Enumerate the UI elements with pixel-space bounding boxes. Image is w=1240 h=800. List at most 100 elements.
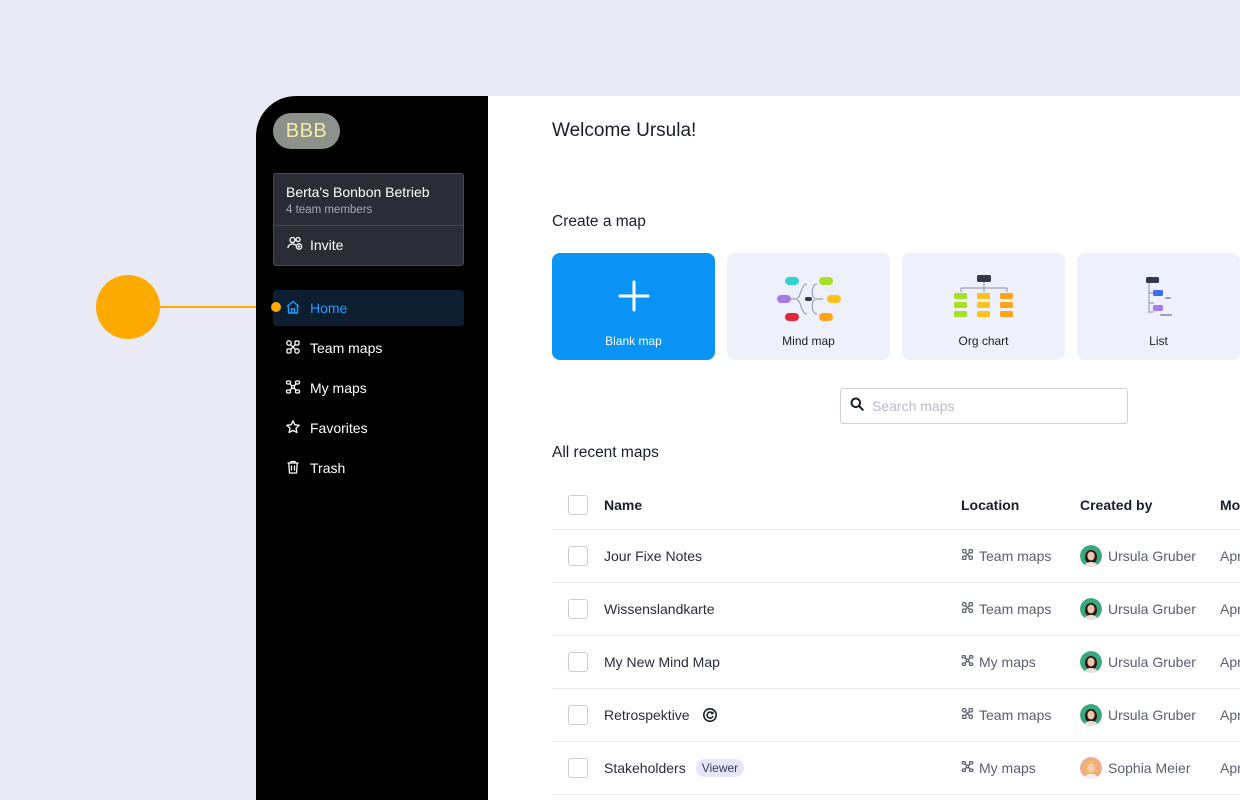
- column-header-created-by[interactable]: Created by: [1080, 497, 1152, 513]
- invite-button[interactable]: Invite: [274, 226, 463, 265]
- team-maps-icon: [285, 339, 301, 358]
- team-switcher[interactable]: Berta's Bonbon Betrieb 4 team members: [274, 174, 463, 226]
- location-text: My maps: [979, 654, 1036, 670]
- card-label: List: [1149, 334, 1168, 348]
- create-map-heading: Create a map: [552, 213, 646, 230]
- callout-marker: [96, 275, 160, 339]
- row-checkbox[interactable]: [568, 758, 588, 778]
- page-title: Welcome Ursula!: [552, 120, 697, 141]
- team-maps-icon: [961, 707, 974, 723]
- map-location: My maps: [961, 654, 1036, 670]
- map-name: My New Mind Map: [604, 654, 720, 670]
- team-maps-icon: [961, 548, 974, 564]
- sidebar-item-trash[interactable]: Trash: [273, 450, 464, 486]
- modified-date: Apr: [1220, 760, 1240, 776]
- creator-name: Ursula Gruber: [1108, 707, 1196, 723]
- map-location: My maps: [961, 760, 1036, 776]
- map-location: Team maps: [961, 601, 1051, 617]
- my-maps-icon: [961, 760, 974, 776]
- main-content: Welcome Ursula! Create a map Blank map M…: [488, 96, 1240, 800]
- map-name-text: Jour Fixe Notes: [604, 548, 703, 564]
- location-text: Team maps: [979, 707, 1052, 723]
- column-header-location[interactable]: Location: [961, 497, 1019, 513]
- map-creator: Ursula Gruber: [1080, 651, 1196, 673]
- home-icon: [285, 299, 301, 318]
- map-location: Team maps: [961, 707, 1051, 723]
- map-creator: Sophia Meier: [1080, 757, 1191, 779]
- callout-endpoint: [271, 302, 281, 312]
- blank-map-card[interactable]: Blank map: [552, 253, 715, 360]
- map-name-text: Wissenslandkarte: [604, 601, 715, 617]
- sidebar: BBB Berta's Bonbon Betrieb 4 team member…: [256, 96, 488, 800]
- org-chart-icon: [953, 275, 1015, 326]
- sidebar-item-label: Home: [310, 300, 348, 316]
- avatar: [1080, 545, 1102, 567]
- avatar: [1080, 704, 1102, 726]
- create-map-cards: Blank map Mind map Org chart List: [552, 253, 1240, 360]
- my-maps-icon: [285, 379, 301, 398]
- avatar: [1080, 757, 1102, 779]
- modified-date: Apr: [1220, 654, 1240, 670]
- map-name-text: Retrospektive: [604, 707, 690, 723]
- team-card: Berta's Bonbon Betrieb 4 team members In…: [273, 173, 464, 266]
- creator-name: Ursula Gruber: [1108, 548, 1196, 564]
- modified-date: Apr: [1220, 548, 1240, 564]
- map-creator: Ursula Gruber: [1080, 598, 1196, 620]
- plus-icon: [617, 279, 651, 318]
- list-icon: [1144, 275, 1174, 326]
- sidebar-item-label: Team maps: [310, 340, 383, 356]
- recent-maps-table: Name Location Created by Mo Jour Fixe No…: [552, 480, 1240, 795]
- team-maps-icon: [961, 601, 974, 617]
- map-name: Stakeholders Viewer: [604, 759, 745, 777]
- table-row[interactable]: My New Mind Map My maps Ursula Gruber Ap…: [552, 636, 1240, 689]
- team-name: Berta's Bonbon Betrieb: [286, 184, 430, 200]
- location-text: Team maps: [979, 601, 1052, 617]
- sidebar-item-team-maps[interactable]: Team maps: [273, 330, 464, 366]
- sidebar-item-label: My maps: [310, 380, 367, 396]
- row-checkbox[interactable]: [568, 599, 588, 619]
- avatar: [1080, 598, 1102, 620]
- row-checkbox[interactable]: [568, 546, 588, 566]
- row-checkbox[interactable]: [568, 652, 588, 672]
- location-text: Team maps: [979, 548, 1052, 564]
- table-row[interactable]: Wissenslandkarte Team maps Ursula Gruber…: [552, 583, 1240, 636]
- sidebar-nav: Home Team maps My maps Favorites Trash: [273, 290, 472, 486]
- sidebar-item-my-maps[interactable]: My maps: [273, 370, 464, 406]
- avatar: [1080, 651, 1102, 673]
- modified-date: Apr: [1220, 707, 1240, 723]
- map-location: Team maps: [961, 548, 1051, 564]
- card-label: Mind map: [782, 334, 835, 348]
- viewer-badge: Viewer: [695, 759, 745, 777]
- map-name-text: My New Mind Map: [604, 654, 720, 670]
- team-avatar[interactable]: BBB: [273, 113, 340, 149]
- mind-map-card[interactable]: Mind map: [727, 253, 890, 360]
- trash-icon: [285, 459, 301, 478]
- map-name: Retrospektive: [604, 707, 718, 723]
- creator-name: Sophia Meier: [1108, 760, 1191, 776]
- org-chart-card[interactable]: Org chart: [902, 253, 1065, 360]
- sidebar-item-home[interactable]: Home: [273, 290, 464, 326]
- map-creator: Ursula Gruber: [1080, 545, 1196, 567]
- row-checkbox[interactable]: [568, 705, 588, 725]
- select-all-checkbox[interactable]: [568, 494, 588, 515]
- table-row[interactable]: Retrospektive Team maps Ursula Gruber Ap…: [552, 689, 1240, 742]
- card-label: Blank map: [605, 334, 662, 348]
- my-maps-icon: [961, 654, 974, 670]
- search-input[interactable]: [872, 398, 1102, 414]
- map-name: Jour Fixe Notes: [604, 548, 702, 564]
- table-header-row: Name Location Created by Mo: [552, 480, 1240, 530]
- modified-date: Apr: [1220, 601, 1240, 617]
- card-label: Org chart: [958, 334, 1009, 348]
- list-card[interactable]: List: [1077, 253, 1240, 360]
- map-name-text: Stakeholders: [604, 760, 686, 776]
- search-icon: [850, 397, 864, 416]
- table-row[interactable]: Jour Fixe Notes Team maps Ursula Gruber …: [552, 530, 1240, 583]
- column-header-modified[interactable]: Mo: [1220, 497, 1240, 513]
- table-row[interactable]: Stakeholders Viewer My maps Sophia Meier…: [552, 742, 1240, 795]
- star-icon: [285, 419, 301, 438]
- sidebar-item-favorites[interactable]: Favorites: [273, 410, 464, 446]
- invite-users-icon: [287, 235, 303, 254]
- invite-label: Invite: [310, 236, 344, 253]
- team-member-count: 4 team members: [286, 204, 373, 216]
- column-header-name[interactable]: Name: [604, 497, 642, 513]
